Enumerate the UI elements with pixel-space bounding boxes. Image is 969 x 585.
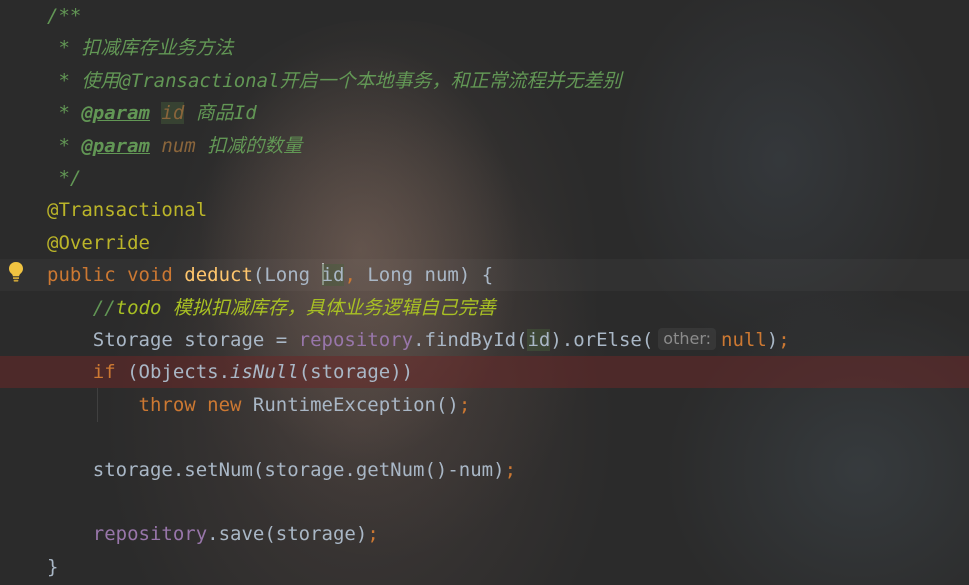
code-line-text: throw new RuntimeException(); [47,389,471,421]
code-token: (storage)) [298,361,414,383]
code-line[interactable] [0,486,969,518]
code-token: public [47,264,128,286]
code-line-text: * 使用@Transactional开启一个本地事务，和正常流程并无差别 [47,65,621,97]
code-line[interactable]: } [0,551,969,583]
parameter-hint: other: [658,328,717,350]
code-line[interactable]: /** [0,0,969,32]
code-line-text: @Transactional [47,194,207,226]
code-token: throw [138,394,208,416]
code-token: ) [766,329,779,351]
code-line[interactable]: if (Objects.isNull(storage)) [0,356,969,388]
code-token: ; [367,523,379,545]
code-line-text: public void deduct(Long id, Long num) { [47,259,493,291]
code-line[interactable]: //todo 模拟扣减库存，具体业务逻辑自己完善 [0,292,969,324]
code-line-text: Storage storage = repository.findById(id… [47,324,790,356]
code-token: */ [47,167,82,189]
code-line-text: repository.save(storage); [47,518,379,550]
code-token: @Override [47,232,150,254]
code-line[interactable]: repository.save(storage); [0,518,969,550]
code-token: num [161,135,196,157]
code-line[interactable]: public void deduct(Long id, Long num) { [0,259,969,291]
code-token: new [207,394,253,416]
code-token: deduct [184,264,253,286]
code-token: ).orElse( [550,329,654,351]
code-line[interactable]: Storage storage = repository.findById(id… [0,324,969,356]
code-token: todo [115,297,162,319]
code-token: void [127,264,185,286]
code-token: /** [47,5,82,27]
code-editor[interactable]: /** * 扣减库存业务方法 * 使用@Transactional开启一个本地事… [0,0,969,585]
code-token: * 使用@Transactional开启一个本地事务，和正常流程并无差别 [47,70,622,92]
code-token: @Transactional [47,199,208,221]
code-line-text: @Override [47,227,150,259]
code-token: repository [92,523,208,545]
code-token: (Objects. [127,361,231,383]
code-line[interactable] [0,421,969,453]
code-token: if [92,361,128,383]
code-token: @param [81,135,150,157]
code-line-text: /** [47,0,81,32]
code-line-text: * @param num 扣减的数量 [47,130,302,162]
code-token: } [47,556,59,578]
code-token: * [47,135,82,157]
code-line[interactable]: * @param id 商品Id [0,97,969,129]
code-token: Storage storage = [47,329,299,351]
code-line[interactable]: @Override [0,227,969,259]
code-token: isNull [230,361,299,383]
code-line[interactable]: * 扣减库存业务方法 [0,32,969,64]
code-token: id [161,102,185,124]
code-token: ; [778,329,790,351]
code-line-text: * @param id 商品Id [47,97,257,129]
code-line[interactable]: * @param num 扣减的数量 [0,130,969,162]
code-token: .findById( [413,329,528,351]
code-token: Long num) { [367,264,494,286]
code-token: 扣减的数量 [195,135,303,157]
code-token: * [47,102,82,124]
code-token: * 扣减库存业务方法 [47,37,234,59]
code-token: storage.setNum(storage.getNum()-num) [47,459,505,481]
code-line-text: //todo 模拟扣减库存，具体业务逻辑自己完善 [47,292,496,324]
code-line-text: if (Objects.isNull(storage)) [47,356,413,388]
code-token: .save(storage) [207,523,368,545]
code-token: RuntimeException() [252,394,459,416]
code-token: id [321,264,345,286]
code-line-text: * 扣减库存业务方法 [47,32,233,64]
code-token: null [721,329,767,351]
code-line[interactable]: */ [0,162,969,194]
code-line-text: } [47,551,58,583]
code-token: // [47,297,116,319]
code-token: 模拟扣减库存，具体业务逻辑自己完善 [161,297,496,319]
code-line[interactable]: * 使用@Transactional开启一个本地事务，和正常流程并无差别 [0,65,969,97]
code-token: id [527,329,551,351]
code-line-text: storage.setNum(storage.getNum()-num); [47,454,516,486]
code-token: @param [81,102,150,124]
code-token: , [344,264,368,286]
code-token: ; [458,394,471,416]
code-line[interactable]: storage.setNum(storage.getNum()-num); [0,454,969,486]
code-line-text: */ [47,162,81,194]
code-token: 商品Id [184,102,257,124]
code-token: repository [298,329,414,351]
code-line[interactable]: @Transactional [0,194,969,226]
code-line[interactable]: throw new RuntimeException(); [0,389,969,421]
code-token: (Long [252,264,322,286]
code-token: ; [504,459,517,481]
